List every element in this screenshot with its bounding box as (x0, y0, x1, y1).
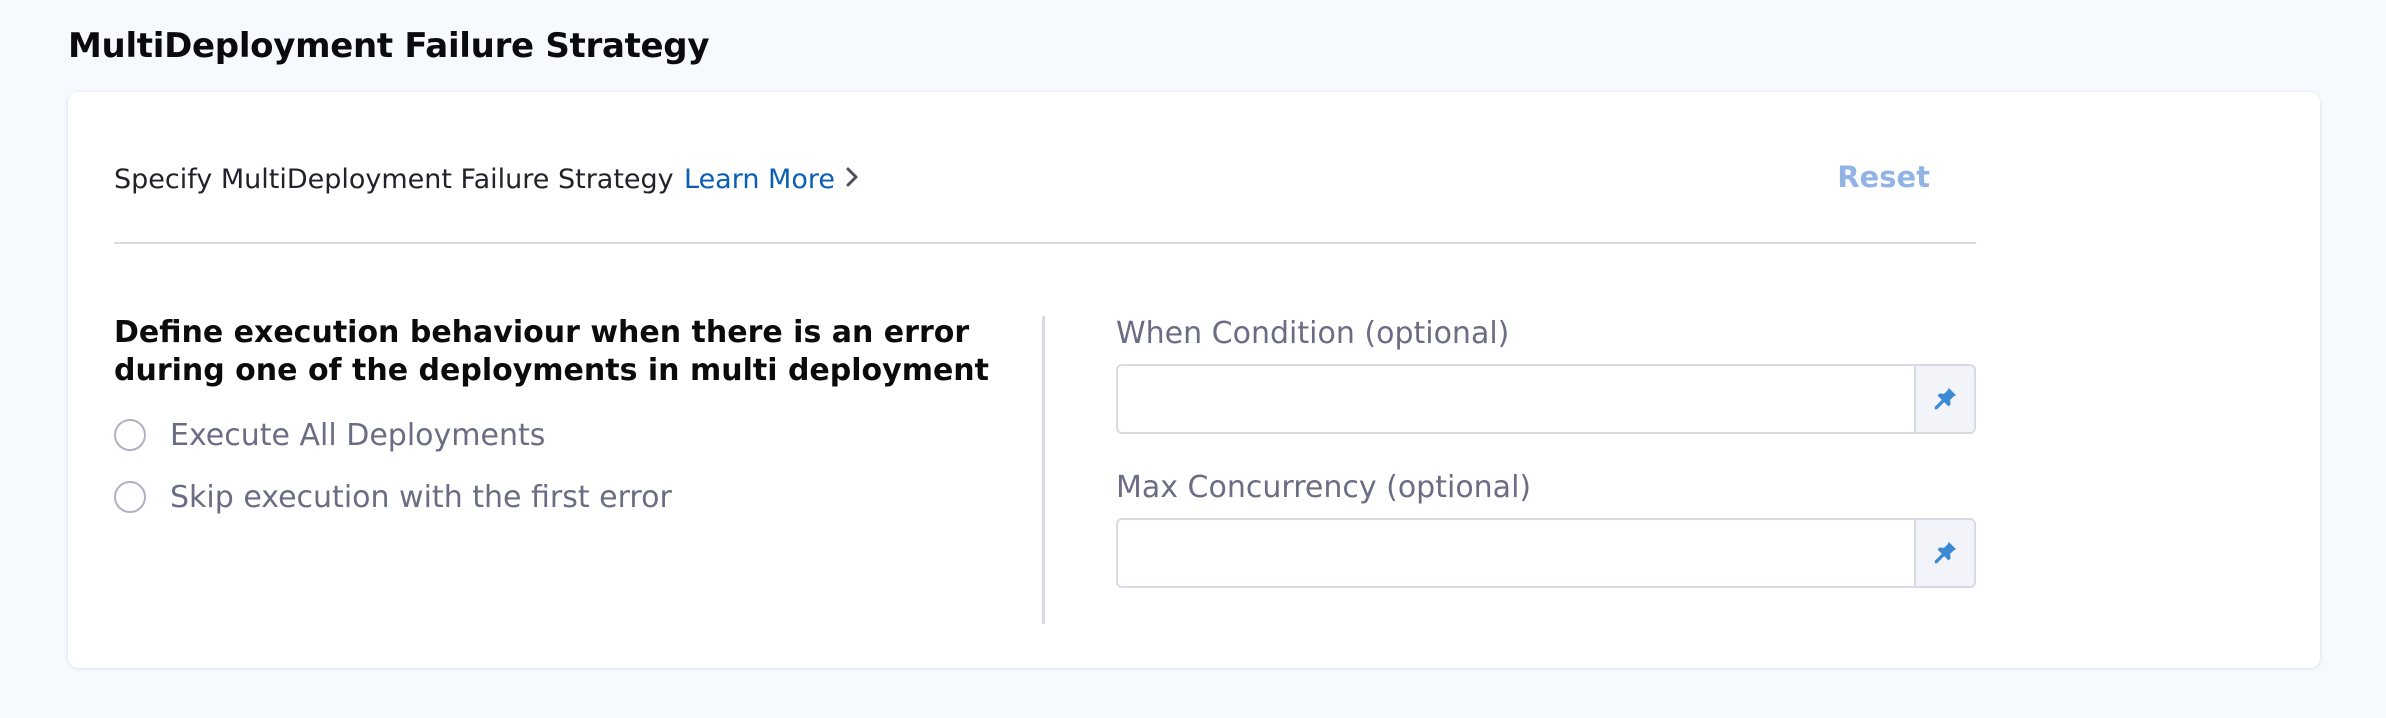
max-concurrency-input-group (1116, 518, 1976, 588)
radio-option-skip-on-error[interactable]: Skip execution with the first error (114, 478, 1014, 516)
radio-button[interactable] (114, 481, 146, 513)
radio-label: Execute All Deployments (170, 417, 546, 453)
max-concurrency-input[interactable] (1116, 518, 1914, 588)
specify-strategy-text: Specify MultiDeployment Failure Strategy (114, 164, 674, 195)
when-condition-input[interactable] (1116, 364, 1914, 434)
pin-icon[interactable] (1914, 518, 1976, 588)
header-divider (114, 242, 1976, 244)
radio-option-execute-all[interactable]: Execute All Deployments (114, 416, 1014, 454)
column-divider (1042, 316, 1045, 624)
page-title: MultiDeployment Failure Strategy (68, 26, 710, 66)
execution-question: Define execution behaviour when there is… (114, 315, 989, 388)
execution-behaviour-section: Define execution behaviour when there is… (114, 314, 1014, 516)
reset-button[interactable]: Reset (1837, 160, 1930, 194)
when-condition-label: When Condition (optional) (1116, 316, 1510, 351)
learn-more-link[interactable]: Learn More (684, 164, 859, 195)
chevron-right-icon (845, 164, 859, 195)
max-concurrency-field: Max Concurrency (optional) (1116, 468, 1976, 588)
when-condition-field: When Condition (optional) (1116, 314, 1976, 434)
failure-strategy-card: Specify MultiDeployment Failure Strategy… (68, 92, 2320, 668)
radio-label: Skip execution with the first error (170, 479, 672, 515)
when-condition-input-group (1116, 364, 1976, 434)
max-concurrency-label: Max Concurrency (optional) (1116, 470, 1532, 505)
card-header: Specify MultiDeployment Failure Strategy… (114, 152, 1976, 202)
radio-button[interactable] (114, 419, 146, 451)
pin-icon[interactable] (1914, 364, 1976, 434)
learn-more-label: Learn More (684, 164, 835, 195)
